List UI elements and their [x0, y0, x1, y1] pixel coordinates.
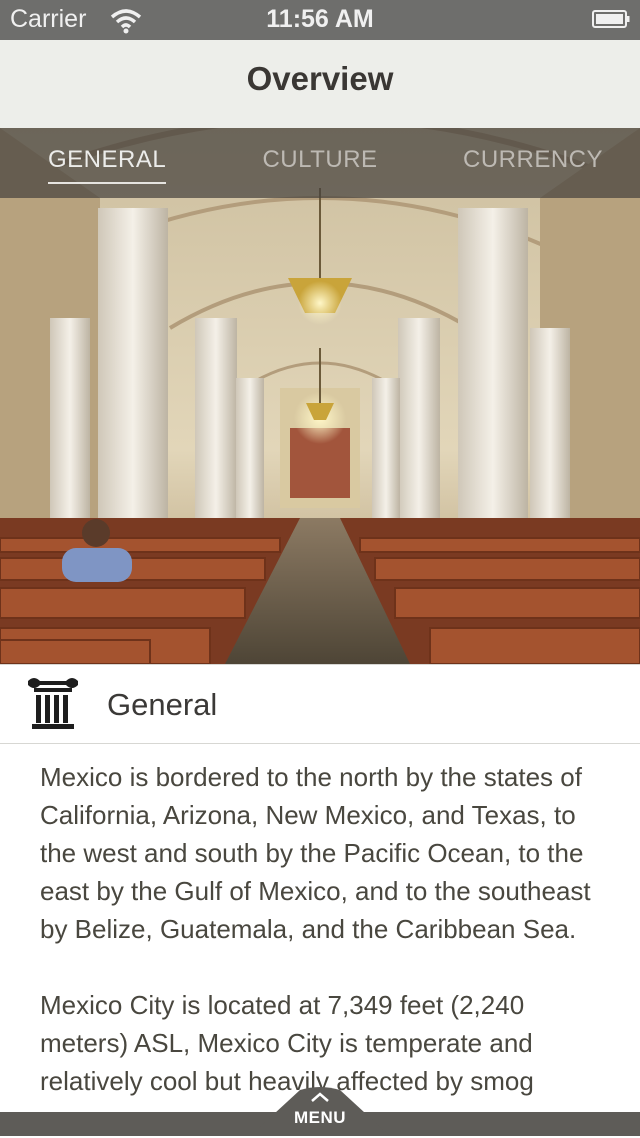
tab-general[interactable]: GENERAL: [48, 146, 166, 174]
section-title: General: [107, 687, 218, 722]
segment-tab-bar: GENERAL CULTURE CURRENCY: [0, 128, 640, 198]
paragraph: Mexico City is located at 7,349 feet (2,…: [40, 990, 534, 1096]
hero-image-cathedral: [0, 128, 640, 664]
tab-active-indicator: [48, 182, 166, 184]
battery-icon: [592, 10, 630, 28]
section-header: General: [0, 664, 640, 744]
article-body: Mexico is bordered to the north by the s…: [40, 758, 606, 1138]
tab-currency[interactable]: CURRENCY: [460, 146, 606, 174]
status-time: 11:56 AM: [266, 5, 374, 33]
tab-culture[interactable]: CULTURE: [258, 146, 382, 174]
navigation-bar: Overview: [0, 40, 640, 128]
menu-button[interactable]: MENU: [0, 1108, 640, 1128]
column-icon: [28, 678, 78, 729]
paragraph: Mexico is bordered to the north by the s…: [40, 762, 591, 944]
page-title: Overview: [246, 60, 394, 97]
status-bar: Carrier 11:56 AM: [0, 0, 640, 40]
chevron-up-icon[interactable]: [311, 1092, 329, 1102]
